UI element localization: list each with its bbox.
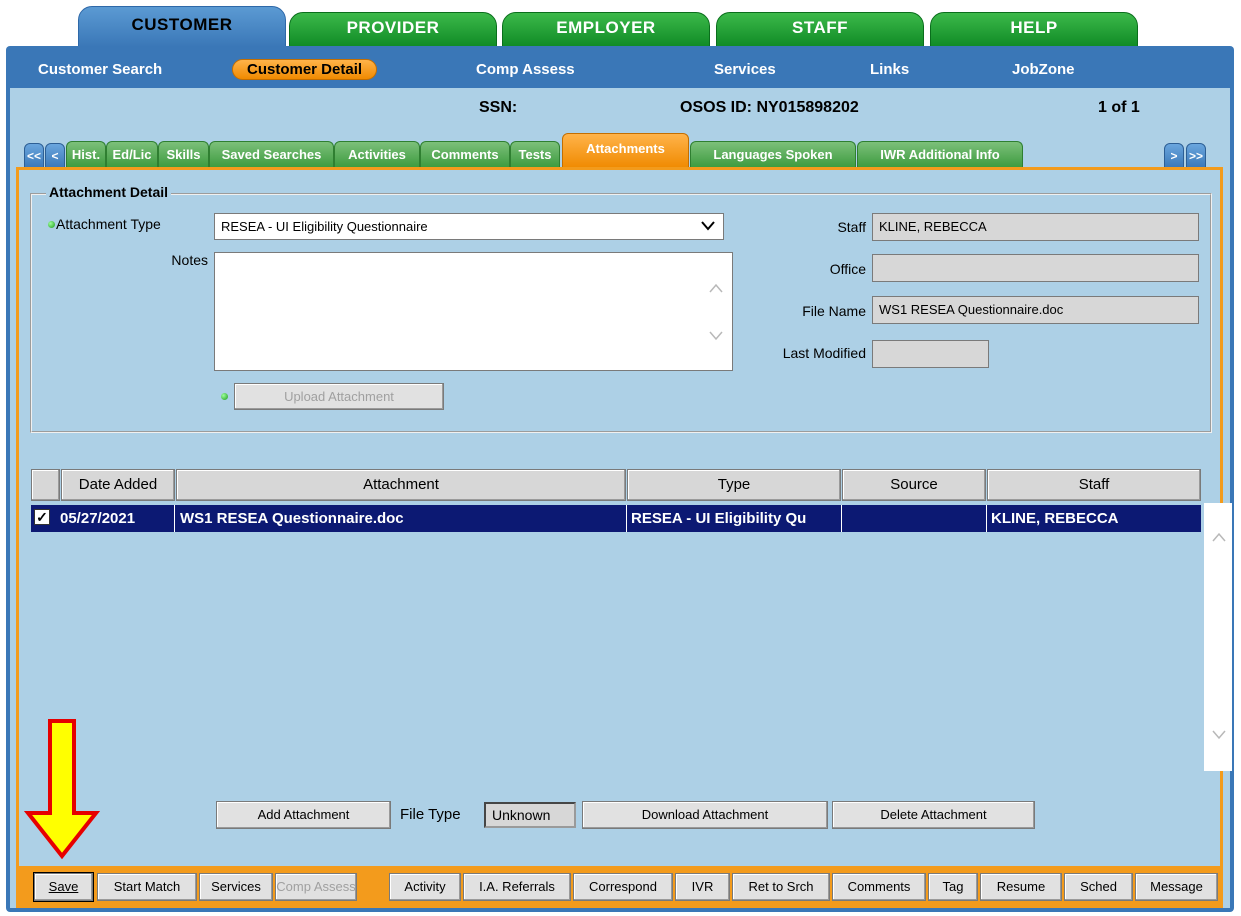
sub-tab-edlic[interactable]: Ed/Lic <box>106 141 158 168</box>
tab-employer-label: EMPLOYER <box>556 18 656 37</box>
scroll-up-icon[interactable] <box>1211 531 1227 543</box>
office-label: Office <box>829 261 866 277</box>
cell-source <box>842 505 987 532</box>
cell-date-added: 05/27/2021 <box>56 505 175 532</box>
file-name-label: File Name <box>802 303 866 319</box>
sub-tab-next[interactable]: > <box>1164 143 1184 169</box>
sub-tab-tests[interactable]: Tests <box>510 141 560 168</box>
nav-customer-search[interactable]: Customer Search <box>38 61 162 78</box>
ivr-button[interactable]: IVR <box>675 873 730 901</box>
sub-tab-prev-label: < <box>51 149 59 163</box>
nav-customer-detail[interactable]: Customer Detail <box>232 59 378 80</box>
sub-tab-last[interactable]: >> <box>1186 143 1206 169</box>
file-name-field: WS1 RESEA Questionnaire.doc <box>872 296 1199 324</box>
arrow-down-icon <box>24 719 100 860</box>
sub-tab-attachments[interactable]: Attachments <box>562 133 689 169</box>
nav-comp-assess[interactable]: Comp Assess <box>476 61 575 78</box>
staff-field: KLINE, REBECCA <box>872 213 1199 241</box>
attachment-type-select[interactable]: RESEA - UI Eligibility Questionnaire <box>214 213 724 240</box>
comments-button[interactable]: Comments <box>832 873 926 901</box>
tab-help[interactable]: HELP <box>930 12 1138 48</box>
required-indicator-icon <box>48 221 55 228</box>
chevron-down-icon <box>701 221 715 231</box>
table-header-staff[interactable]: Staff <box>987 469 1201 501</box>
scroll-down-icon[interactable] <box>709 331 723 341</box>
cell-type: RESEA - UI Eligibility Qu <box>627 505 842 532</box>
sub-tab-comments[interactable]: Comments <box>420 141 510 168</box>
tab-staff[interactable]: STAFF <box>716 12 924 48</box>
ret-to-srch-button[interactable]: Ret to Srch <box>732 873 830 901</box>
upload-attachment-button[interactable]: Upload Attachment <box>234 383 444 410</box>
table-header-select <box>31 469 60 501</box>
scroll-up-icon[interactable] <box>709 283 723 293</box>
sched-button[interactable]: Sched <box>1064 873 1133 901</box>
ia-referrals-button[interactable]: I.A. Referrals <box>463 873 571 901</box>
notes-textarea[interactable] <box>214 252 733 371</box>
sub-tab-iwr-additional-info[interactable]: IWR Additional Info <box>857 141 1023 168</box>
tab-customer[interactable]: CUSTOMER <box>78 6 286 48</box>
resume-button[interactable]: Resume <box>980 873 1062 901</box>
sub-tab-saved-searches[interactable]: Saved Searches <box>209 141 334 168</box>
cell-staff: KLINE, REBECCA <box>991 510 1119 527</box>
last-modified-label: Last Modified <box>782 345 866 361</box>
file-type-label: File Type <box>400 806 461 823</box>
cell-attachment: WS1 RESEA Questionnaire.doc <box>176 505 627 532</box>
file-type-field: Unknown <box>484 802 576 828</box>
tab-provider-label: PROVIDER <box>346 18 440 37</box>
activity-button[interactable]: Activity <box>389 873 461 901</box>
table-header-type[interactable]: Type <box>627 469 841 501</box>
required-indicator-icon <box>221 393 228 400</box>
attachment-type-label: Attachment Type <box>56 216 161 232</box>
correspond-button[interactable]: Correspond <box>573 873 673 901</box>
ssn-label: SSN: <box>479 99 518 116</box>
message-button[interactable]: Message <box>1135 873 1218 901</box>
add-attachment-button[interactable]: Add Attachment <box>216 801 391 829</box>
tag-button[interactable]: Tag <box>928 873 978 901</box>
sub-tab-activities[interactable]: Activities <box>334 141 420 168</box>
attachment-detail-title: Attachment Detail <box>46 184 172 200</box>
sub-tab-hist[interactable]: Hist. <box>66 141 106 168</box>
osos-id: OSOS ID: NY015898202 <box>680 99 859 116</box>
nav-services[interactable]: Services <box>714 61 776 78</box>
table-header-source[interactable]: Source <box>842 469 986 501</box>
sub-tab-skills[interactable]: Skills <box>158 141 209 168</box>
delete-attachment-button[interactable]: Delete Attachment <box>832 801 1035 829</box>
download-attachment-button[interactable]: Download Attachment <box>582 801 828 829</box>
tab-help-label: HELP <box>1010 18 1058 37</box>
attachment-type-value: RESEA - UI Eligibility Questionnaire <box>221 219 428 234</box>
secondary-nav: Customer Search Customer Detail Comp Ass… <box>6 48 1234 88</box>
tab-customer-label: CUSTOMER <box>131 15 233 34</box>
notes-label: Notes <box>171 252 208 268</box>
comp-assess-button[interactable]: Comp Assess <box>275 873 357 901</box>
sub-tab-prev[interactable]: < <box>45 143 65 169</box>
table-scrollbar[interactable] <box>1204 503 1232 771</box>
start-match-button[interactable]: Start Match <box>97 873 197 901</box>
scroll-down-icon[interactable] <box>1211 729 1227 741</box>
row-checkbox[interactable]: ✓ <box>34 509 50 525</box>
tab-provider[interactable]: PROVIDER <box>289 12 497 48</box>
sub-tab-first[interactable]: << <box>24 143 44 169</box>
office-field <box>872 254 1199 282</box>
nav-links[interactable]: Links <box>870 61 909 78</box>
services-button[interactable]: Services <box>199 873 273 901</box>
record-count: 1 of 1 <box>1098 99 1140 116</box>
sub-tab-next-label: > <box>1170 149 1178 163</box>
table-header-date-added[interactable]: Date Added <box>61 469 175 501</box>
tab-staff-label: STAFF <box>791 18 848 37</box>
staff-label: Staff <box>837 219 866 235</box>
sub-tab-first-label: << <box>26 149 41 163</box>
last-modified-field <box>872 340 989 368</box>
nav-jobzone[interactable]: JobZone <box>1012 61 1075 78</box>
sub-tab-languages-spoken[interactable]: Languages Spoken <box>690 141 856 168</box>
table-header-attachment[interactable]: Attachment <box>176 469 626 501</box>
sub-tab-last-label: >> <box>1188 149 1203 163</box>
save-button[interactable]: Save <box>33 872 94 902</box>
tab-employer[interactable]: EMPLOYER <box>502 12 710 48</box>
